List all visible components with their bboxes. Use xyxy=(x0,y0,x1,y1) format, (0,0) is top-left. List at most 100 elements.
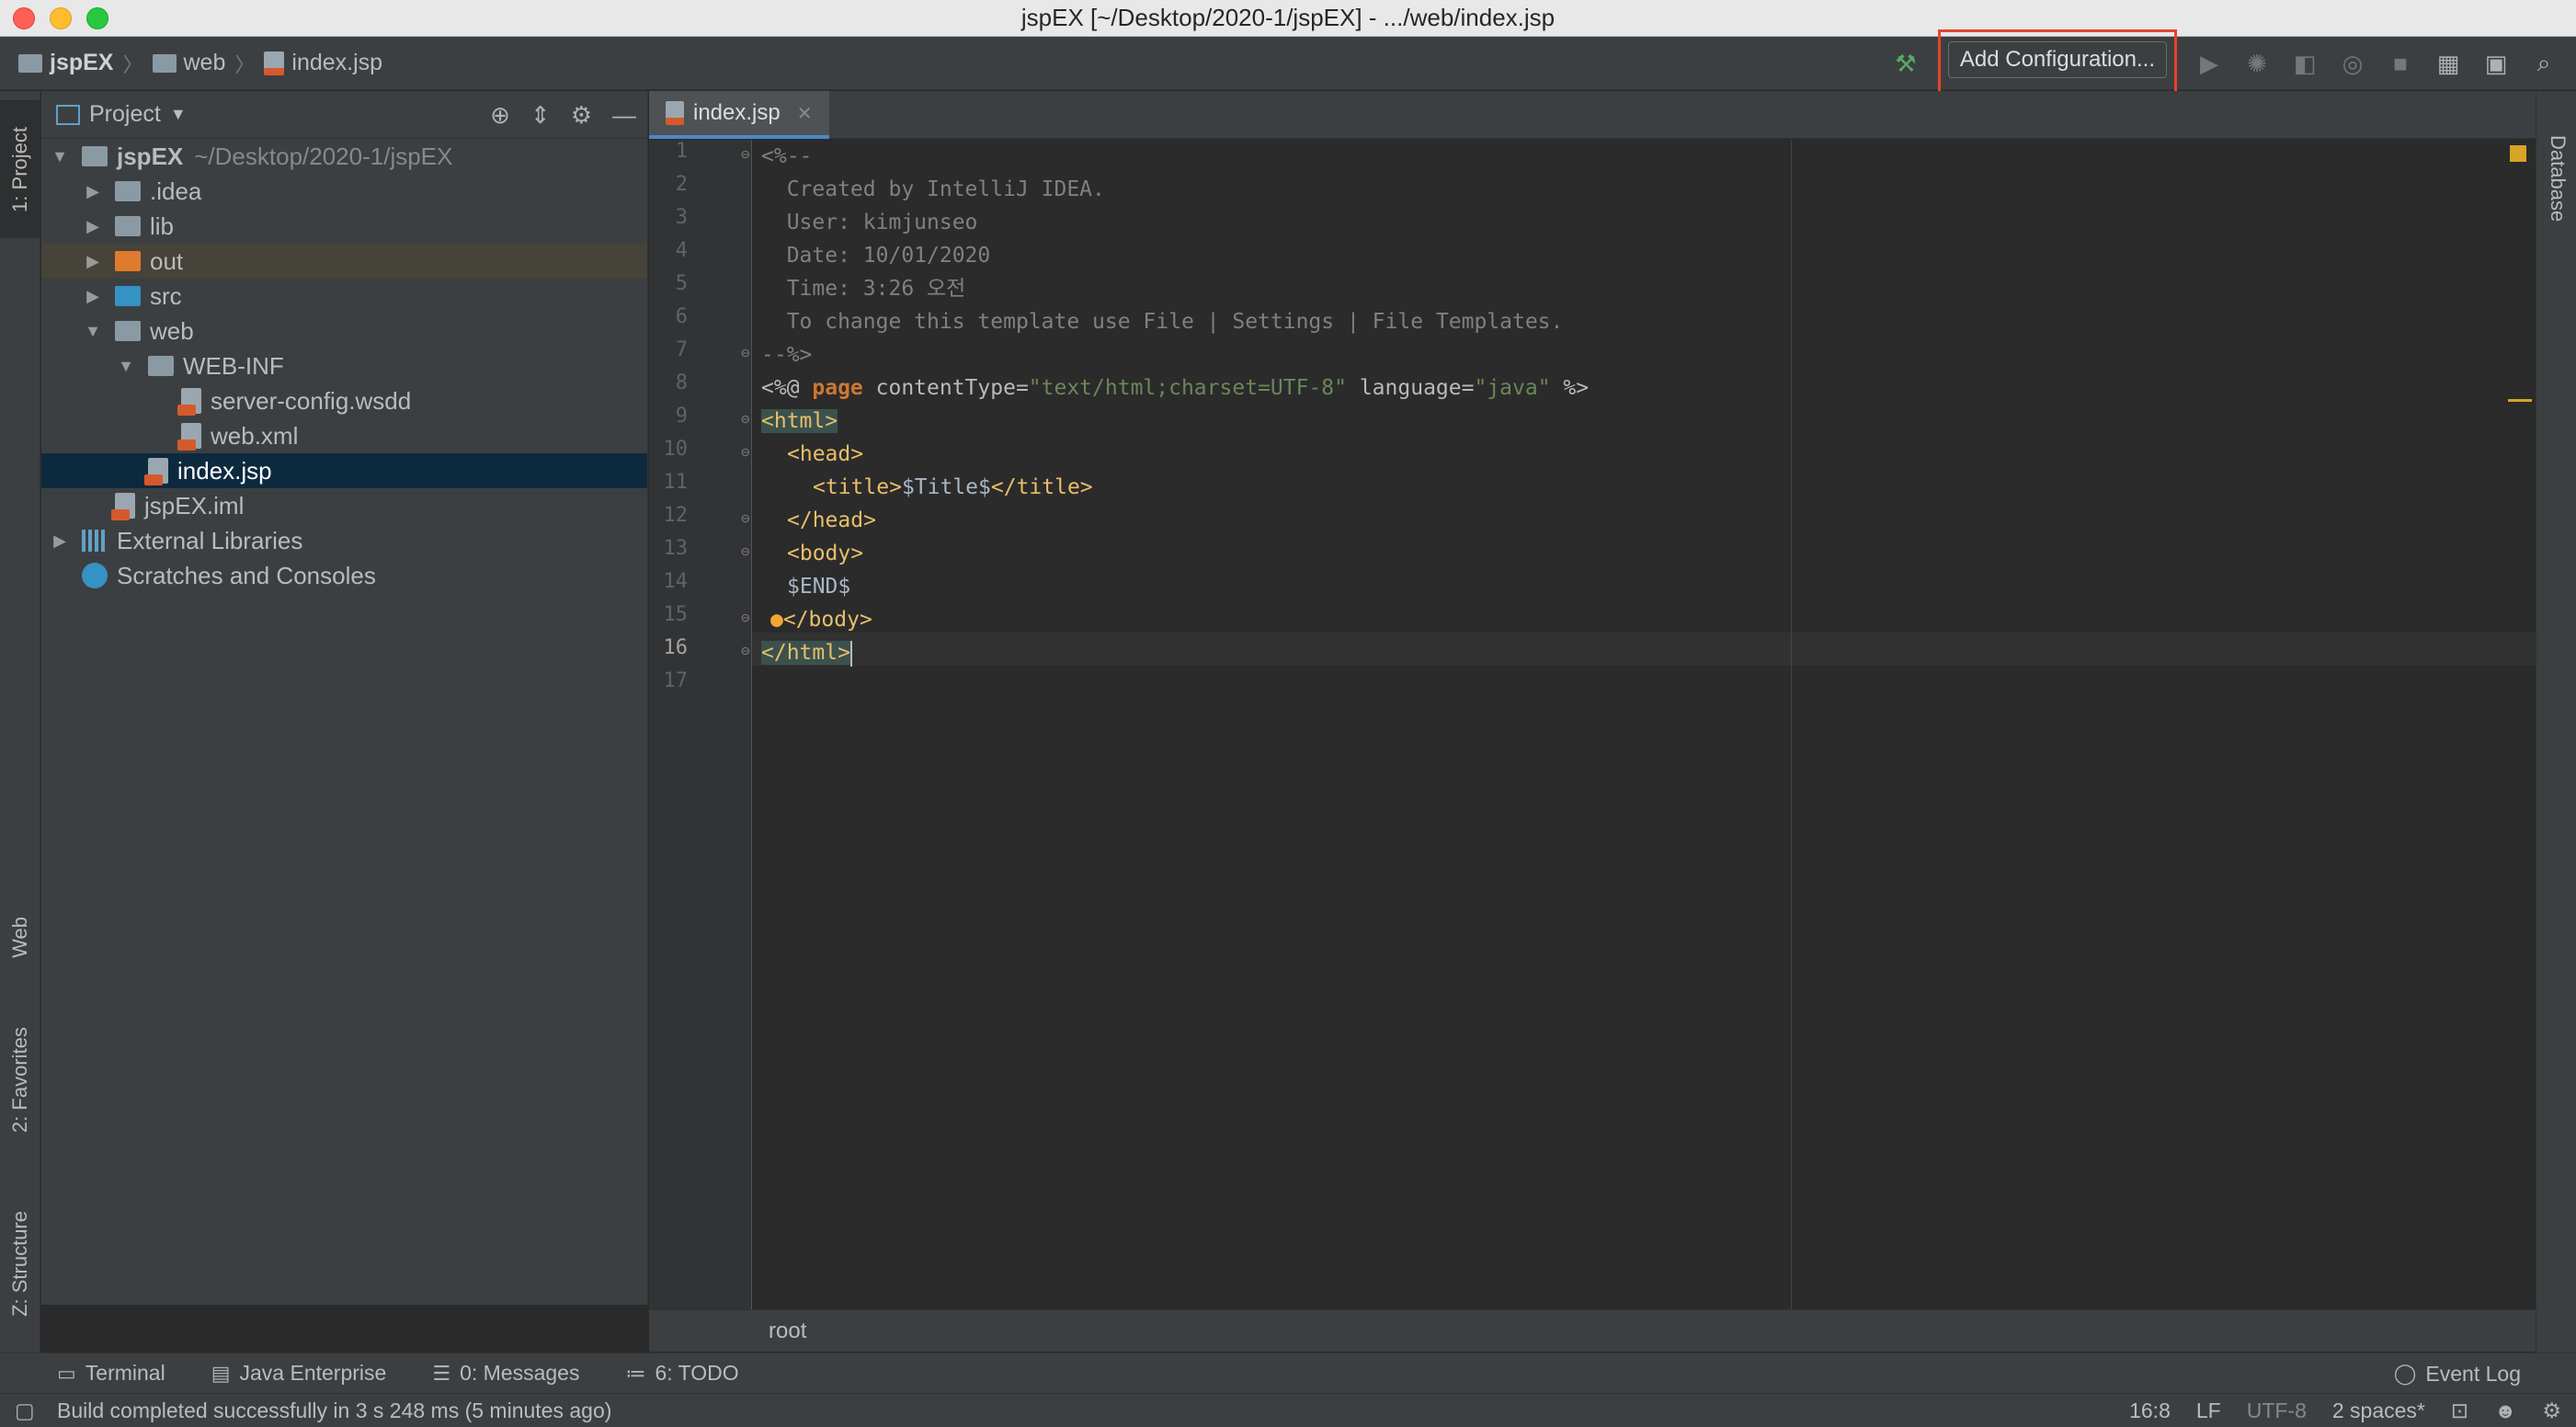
gear-icon[interactable]: ⚙ xyxy=(571,101,592,130)
event-log-button[interactable]: ◯ Event Log xyxy=(2394,1353,2521,1394)
project-structure-icon[interactable]: ▦ xyxy=(2433,48,2464,79)
caret-position[interactable]: 16:8 xyxy=(2129,1398,2171,1423)
jsp-file-icon xyxy=(144,458,168,485)
crumb-file[interactable]: index.jsp xyxy=(264,50,382,76)
tree-item-server-config[interactable]: server-config.wsdd xyxy=(41,383,647,418)
text-caret xyxy=(849,640,852,667)
tree-item-root[interactable]: ▼ jspEX ~/Desktop/2020-1/jspEX xyxy=(41,139,647,174)
right-margin-guide xyxy=(1791,140,1792,1309)
tree-item-web[interactable]: ▼ web xyxy=(41,314,647,348)
add-configuration-button[interactable]: Add Configuration... xyxy=(1947,41,2167,78)
tree-item-scratches[interactable]: Scratches and Consoles xyxy=(41,558,647,593)
project-folder-icon xyxy=(18,53,42,73)
expanded-arrow-icon[interactable]: ▼ xyxy=(117,357,135,376)
tree-item-out[interactable]: ▶ out xyxy=(41,244,647,279)
collapse-all-icon[interactable]: ⇕ xyxy=(530,101,551,130)
tab-index-jsp[interactable]: index.jsp ✕ xyxy=(649,91,829,139)
lightbulb-icon[interactable]: ● xyxy=(770,608,783,632)
todo-tool-button[interactable]: ≔ 6: TODO xyxy=(625,1361,738,1386)
line-number: 4 xyxy=(675,239,688,262)
expanded-arrow-icon[interactable]: ▼ xyxy=(84,322,102,341)
profile-icon[interactable]: ◎ xyxy=(2337,48,2368,79)
fold-icon[interactable]: ⊖ xyxy=(741,443,750,461)
collapsed-arrow-icon[interactable]: ▶ xyxy=(84,182,102,201)
status-bar: ▢ Build completed successfully in 3 s 24… xyxy=(0,1393,2576,1427)
database-tool-tab[interactable]: Database xyxy=(2546,135,2570,222)
line-number: 14 xyxy=(663,570,689,593)
terminal-icon: ▭ xyxy=(57,1361,76,1385)
warning-stripe-mark[interactable] xyxy=(2508,399,2532,402)
tree-item-web-xml[interactable]: web.xml xyxy=(41,418,647,453)
debug-icon[interactable]: ✺ xyxy=(2241,48,2273,79)
close-icon[interactable]: ✕ xyxy=(797,102,813,125)
tool-window-bar: ▭ Terminal ▤ Java Enterprise ☰ 0: Messag… xyxy=(0,1353,2576,1393)
tree-item-src[interactable]: ▶ src xyxy=(41,279,647,314)
fold-icon[interactable]: ⊖ xyxy=(741,542,750,560)
line-number: 6 xyxy=(675,305,688,328)
memory-icon[interactable]: ⚙ xyxy=(2542,1398,2561,1423)
fold-icon[interactable]: ⊖ xyxy=(741,509,750,527)
project-panel-tools: ⊕ ⇕ ⚙ — xyxy=(490,91,636,139)
tree-item-web-inf[interactable]: ▼ WEB-INF xyxy=(41,348,647,383)
tree-item-index-jsp[interactable]: index.jsp xyxy=(41,453,647,488)
fold-icon[interactable]: ⊖ xyxy=(741,642,750,659)
line-separator[interactable]: LF xyxy=(2196,1398,2221,1423)
breadcrumb: jspEX 〉 web 〉 index.jsp xyxy=(0,49,382,78)
run-icon[interactable]: ▶ xyxy=(2194,48,2225,79)
crumb-project[interactable]: jspEX xyxy=(18,50,113,76)
fold-icon[interactable]: ⊖ xyxy=(741,609,750,626)
line-number: 17 xyxy=(663,669,689,692)
fold-icon[interactable]: ⊖ xyxy=(741,410,750,428)
xml-file-icon xyxy=(177,423,201,451)
terminal-tool-button[interactable]: ▭ Terminal xyxy=(57,1361,165,1386)
java-enterprise-tool-button[interactable]: ▤ Java Enterprise xyxy=(211,1361,387,1386)
tree-item-lib[interactable]: ▶ lib xyxy=(41,209,647,244)
close-window-button[interactable] xyxy=(13,7,35,29)
run-anything-icon[interactable]: ▣ xyxy=(2480,48,2512,79)
minimize-window-button[interactable] xyxy=(50,7,72,29)
search-icon[interactable]: ⌕ xyxy=(2528,48,2559,79)
messages-tool-button[interactable]: ☰ 0: Messages xyxy=(432,1361,579,1386)
breadcrumb-root[interactable]: root xyxy=(769,1319,806,1343)
status-message[interactable]: Build completed successfully in 3 s 248 … xyxy=(57,1398,611,1423)
line-number: 9 xyxy=(675,405,688,428)
project-tool-tab[interactable]: 1: Project xyxy=(0,100,40,238)
project-view-selector[interactable]: Project ▼ xyxy=(56,101,187,128)
file-encoding[interactable]: UTF-8 xyxy=(2247,1398,2307,1423)
web-tool-tab[interactable]: Web xyxy=(0,891,40,983)
tree-item-external-libraries[interactable]: ▶ External Libraries xyxy=(41,523,647,558)
module-folder-icon xyxy=(82,146,108,166)
collapsed-arrow-icon[interactable]: ▶ xyxy=(84,252,102,271)
lock-icon[interactable]: ⊡ xyxy=(2451,1398,2468,1423)
web-folder-icon xyxy=(115,321,141,341)
messages-icon: ☰ xyxy=(432,1361,451,1385)
structure-tool-tab[interactable]: Z: Structure xyxy=(0,1185,40,1341)
build-hammer-icon[interactable]: ⚒ xyxy=(1890,48,1921,79)
collapsed-arrow-icon[interactable]: ▶ xyxy=(84,217,102,236)
code-line: </html> xyxy=(761,640,852,667)
fold-icon[interactable]: ⊖ xyxy=(741,344,750,361)
stop-icon[interactable]: ■ xyxy=(2385,48,2416,79)
indent-setting[interactable]: 2 spaces* xyxy=(2332,1398,2425,1423)
expanded-arrow-icon[interactable]: ▼ xyxy=(51,147,69,166)
locate-icon[interactable]: ⊕ xyxy=(490,101,510,130)
scratches-icon xyxy=(82,563,108,588)
tree-item-iml[interactable]: jspEX.iml xyxy=(41,488,647,523)
zoom-window-button[interactable] xyxy=(86,7,108,29)
navigation-bar: jspEX 〉 web 〉 index.jsp ⚒ Add Configurat… xyxy=(0,29,2576,114)
warning-status-icon[interactable] xyxy=(2510,145,2526,162)
favorites-tool-tab[interactable]: 2: Favorites xyxy=(0,1001,40,1158)
toggle-tool-windows-icon[interactable]: ▢ xyxy=(15,1398,35,1423)
inspector-icon[interactable]: ☻ xyxy=(2494,1398,2516,1423)
fold-icon[interactable]: ⊖ xyxy=(741,145,750,163)
collapsed-arrow-icon[interactable]: ▶ xyxy=(51,531,69,551)
tree-item-idea[interactable]: ▶ .idea xyxy=(41,174,647,209)
coverage-icon[interactable]: ◧ xyxy=(2289,48,2320,79)
code-line: User: kimjunseo xyxy=(761,211,978,234)
code-editor[interactable]: 1 2 3 4 5 6 7 8 9 10 11 12 13 14 15 16 1… xyxy=(649,140,2536,1309)
line-number: 13 xyxy=(663,537,689,560)
crumb-web[interactable]: web xyxy=(152,50,225,76)
chevron-right-icon: 〉 xyxy=(122,52,143,76)
collapsed-arrow-icon[interactable]: ▶ xyxy=(84,287,102,306)
hide-icon[interactable]: — xyxy=(612,101,636,130)
